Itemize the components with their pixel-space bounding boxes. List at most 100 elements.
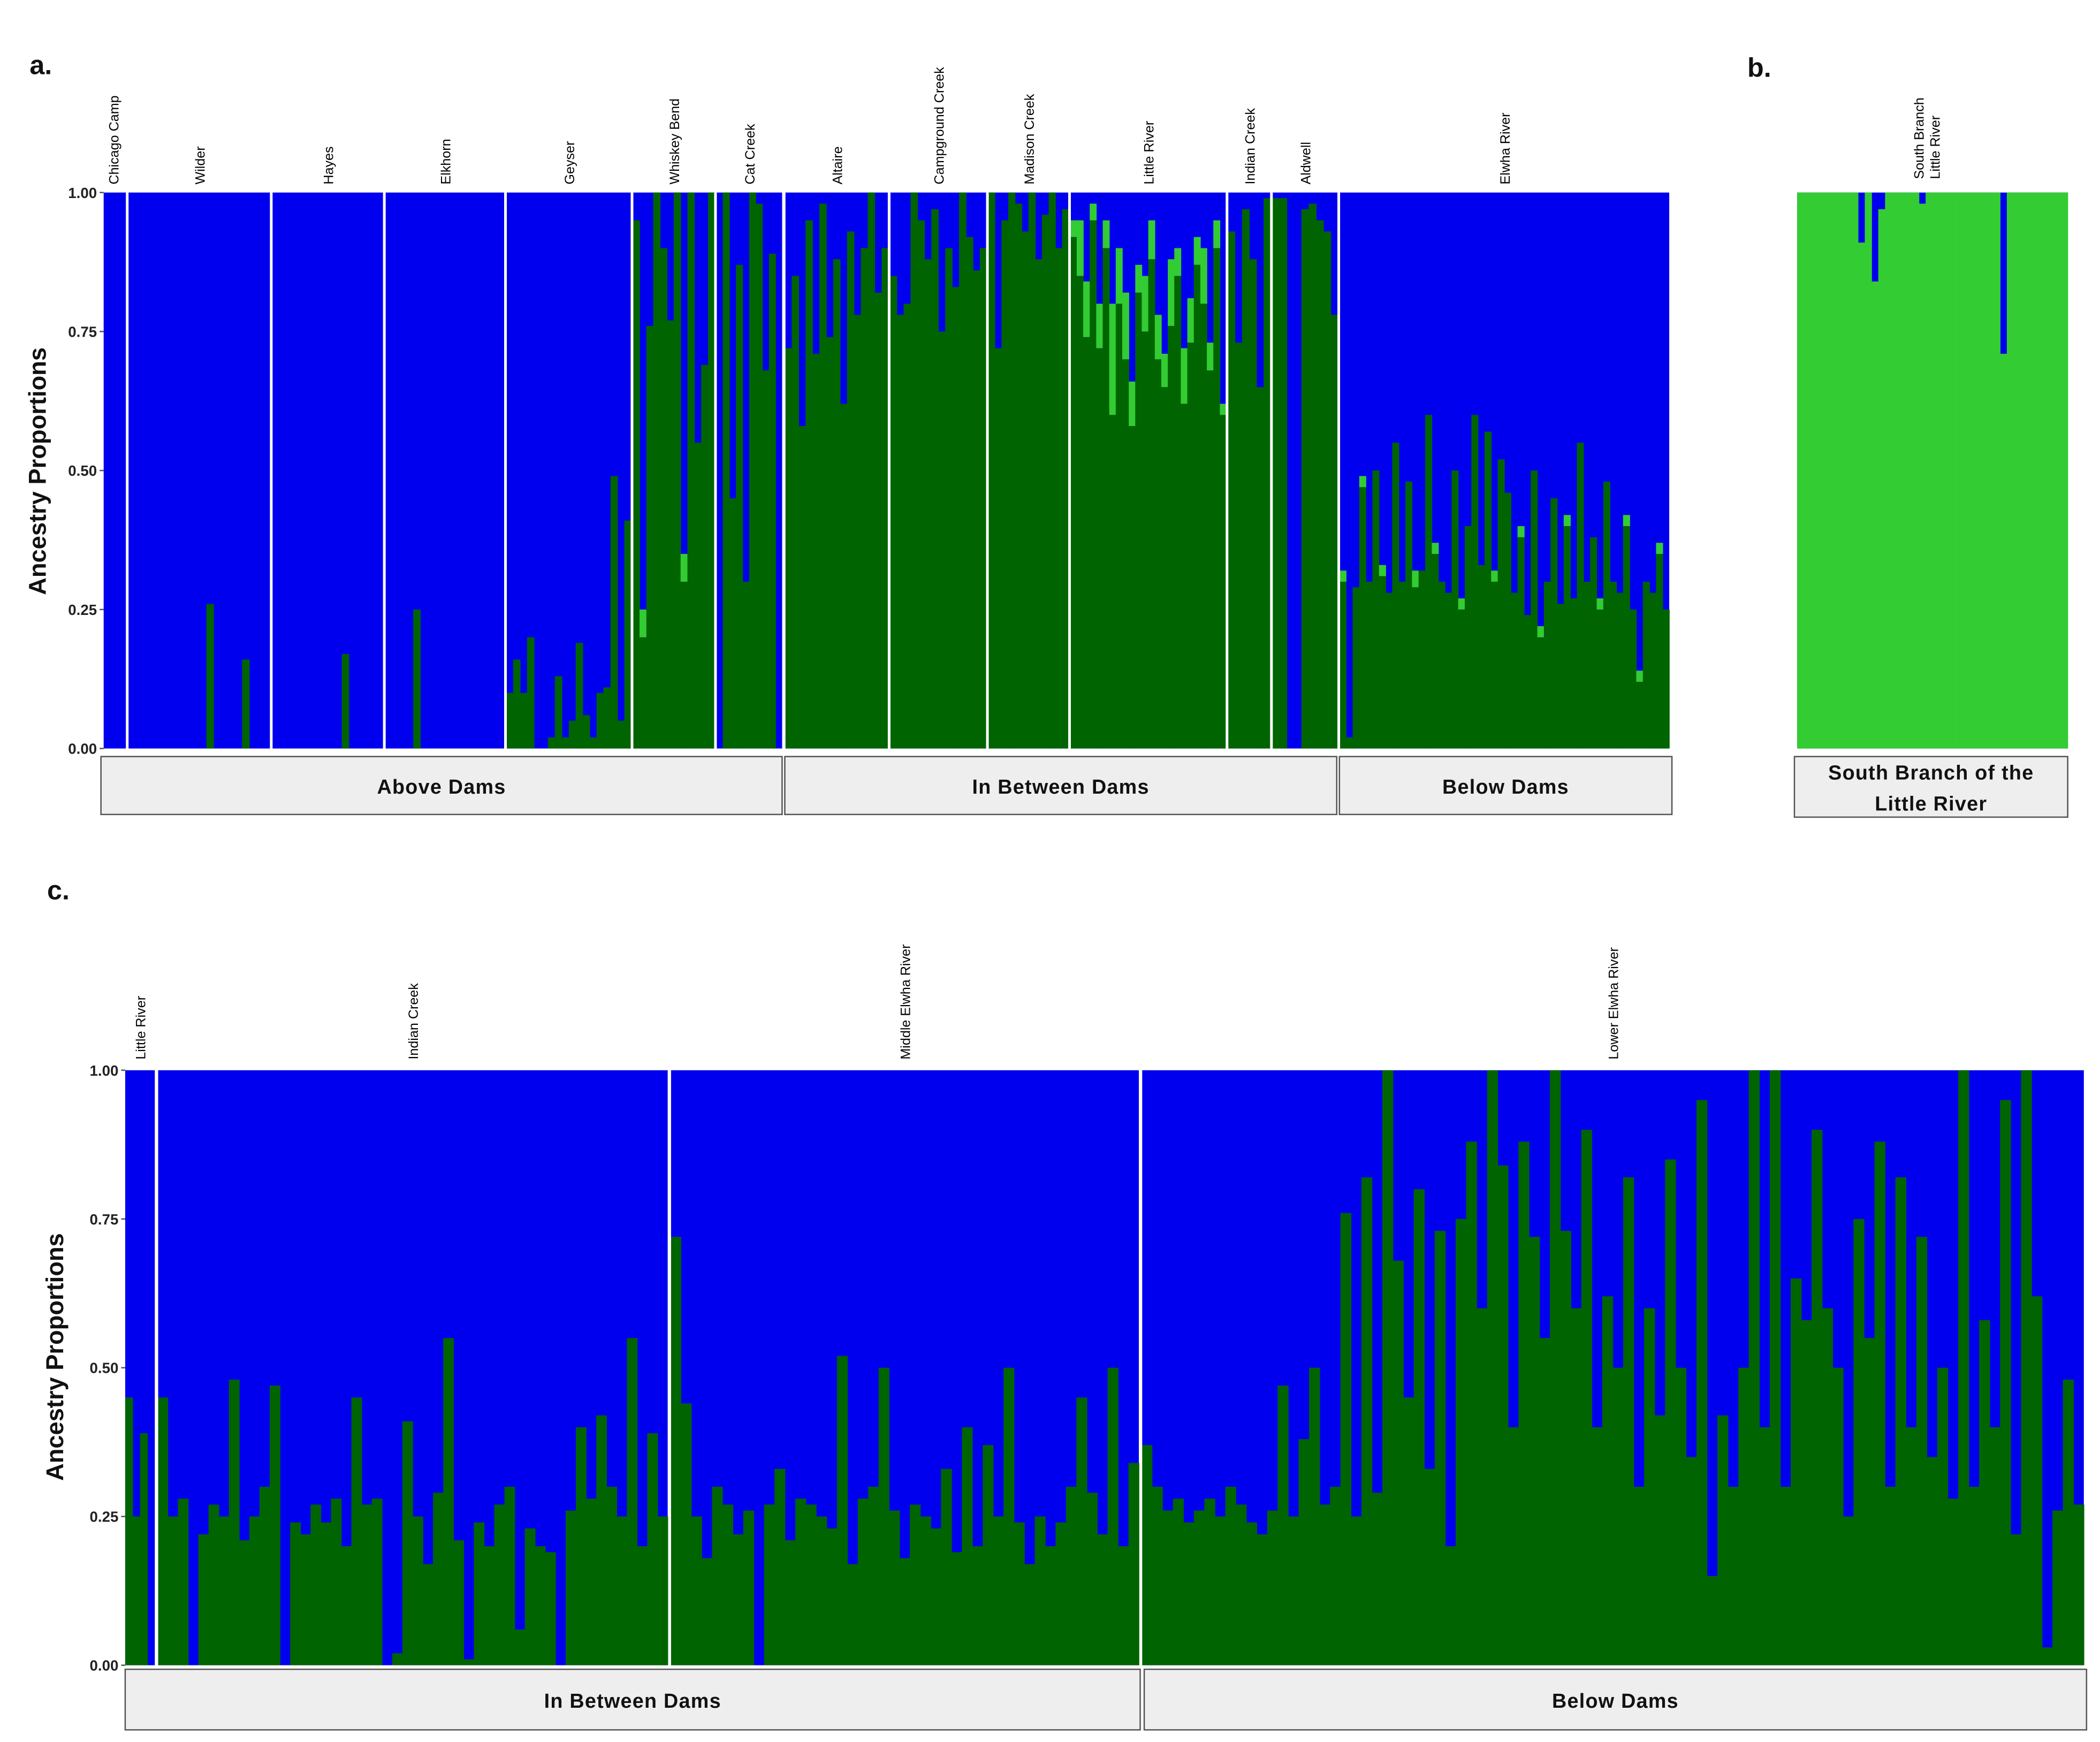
bar-dark-green bbox=[1630, 609, 1637, 749]
population-label: Middle Elwha River bbox=[898, 944, 913, 1059]
bar-dark-green bbox=[1518, 1142, 1530, 1665]
bar-dark-green bbox=[722, 1504, 734, 1665]
population-4 bbox=[504, 192, 632, 749]
bar-dark-green bbox=[606, 1487, 618, 1665]
bar-dark-green bbox=[157, 1397, 169, 1665]
bar-dark-green bbox=[1346, 737, 1353, 749]
group-label: Above Dams bbox=[377, 775, 506, 798]
bar-dark-green bbox=[972, 270, 980, 749]
bar-light-green bbox=[1168, 259, 1175, 326]
bar-light-green bbox=[1148, 220, 1155, 260]
bar-dark-green bbox=[610, 476, 618, 749]
bar-dark-green bbox=[1225, 1487, 1236, 1665]
bar-dark-green bbox=[1236, 1504, 1247, 1665]
bar-dark-green bbox=[1200, 303, 1207, 749]
bar-dark-green bbox=[637, 1546, 648, 1665]
population-13 bbox=[1337, 192, 1670, 749]
bar-dark-green bbox=[1398, 581, 1406, 749]
bar-dark-green bbox=[792, 276, 800, 749]
bar-dark-green bbox=[1001, 220, 1009, 749]
population-label: Elwha River bbox=[1498, 113, 1513, 185]
bar-dark-green bbox=[1090, 220, 1097, 749]
bar-dark-green bbox=[1014, 1522, 1025, 1665]
bar-dark-green bbox=[341, 653, 349, 749]
bar-dark-green bbox=[1267, 1510, 1279, 1665]
bar-dark-green bbox=[443, 1338, 454, 1665]
bar-dark-green bbox=[673, 192, 681, 749]
bar-dark-green bbox=[1339, 581, 1346, 749]
bar-dark-green bbox=[965, 237, 973, 749]
population-label: Chicago Camp bbox=[106, 95, 121, 184]
bar-dark-green bbox=[816, 1516, 827, 1665]
population-label: South Branch bbox=[1912, 97, 1927, 179]
bar-dark-green bbox=[826, 337, 834, 749]
bar-dark-green bbox=[733, 1534, 744, 1665]
bar-dark-green bbox=[371, 1498, 383, 1665]
bar-dark-green bbox=[861, 248, 869, 749]
bar-dark-green bbox=[1801, 1320, 1812, 1665]
bar-light-green bbox=[1596, 598, 1604, 610]
bar-light-green bbox=[2034, 192, 2041, 749]
bar-dark-green bbox=[1086, 1493, 1098, 1665]
bar-dark-green bbox=[1623, 526, 1630, 749]
bar-dark-green bbox=[1958, 1070, 1969, 1665]
bar-dark-green bbox=[680, 581, 688, 749]
bar-dark-green bbox=[1193, 264, 1201, 749]
bar-light-green bbox=[1379, 565, 1386, 576]
bar-dark-green bbox=[2052, 1510, 2064, 1665]
bar-dark-green bbox=[1550, 1070, 1561, 1665]
bar-dark-green bbox=[1560, 1230, 1571, 1665]
bar-light-green bbox=[2000, 354, 2007, 749]
bar-dark-green bbox=[1319, 1504, 1330, 1665]
population-10 bbox=[1068, 192, 1227, 749]
bar-dark-green bbox=[351, 1397, 362, 1665]
bar-light-green bbox=[1898, 192, 1906, 749]
bar-light-green bbox=[1844, 192, 1852, 749]
bar-light-green bbox=[1359, 476, 1366, 488]
bar-dark-green bbox=[1665, 1159, 1676, 1665]
population-label: Aldwell bbox=[1299, 142, 1314, 185]
bar-light-green bbox=[1491, 570, 1498, 582]
bar-dark-green bbox=[1508, 1427, 1519, 1665]
bar-dark-green bbox=[1478, 565, 1485, 749]
bar-dark-green bbox=[1590, 537, 1597, 749]
bar-dark-green bbox=[1466, 1142, 1477, 1665]
bar-dark-green bbox=[249, 1516, 260, 1665]
bar-dark-green bbox=[1257, 1534, 1268, 1665]
bar-dark-green bbox=[1228, 231, 1236, 749]
bar-dark-green bbox=[1445, 1546, 1456, 1665]
group-label-line2: Little River bbox=[1875, 792, 1987, 815]
population-label: Hayes bbox=[322, 146, 337, 184]
bar-dark-green bbox=[1874, 1142, 1885, 1665]
bar-dark-green bbox=[1780, 1487, 1791, 1665]
bar-dark-green bbox=[1041, 215, 1049, 749]
bar-dark-green bbox=[1989, 1427, 2001, 1665]
bar-dark-green bbox=[691, 1516, 702, 1665]
bar-light-green bbox=[1070, 220, 1077, 237]
panel-label-b: b. bbox=[1747, 52, 1771, 82]
bar-light-green bbox=[1109, 303, 1116, 415]
bar-dark-green bbox=[1393, 1260, 1404, 1665]
bar-dark-green bbox=[812, 354, 820, 749]
bar-dark-green bbox=[868, 1487, 879, 1665]
bar-dark-green bbox=[1424, 1469, 1435, 1665]
population-background bbox=[385, 192, 505, 749]
bar-light-green bbox=[1187, 298, 1194, 343]
bar-light-green bbox=[1973, 192, 1981, 749]
bar-dark-green bbox=[951, 1552, 963, 1665]
bar-light-green bbox=[1797, 192, 1805, 749]
bar-dark-green bbox=[660, 248, 667, 749]
bar-dark-green bbox=[1707, 1576, 1718, 1665]
bar-dark-green bbox=[1076, 1397, 1087, 1665]
population-label: Lower Elwha River bbox=[1606, 947, 1621, 1060]
bar-dark-green bbox=[1351, 1516, 1362, 1665]
population-label: Little River bbox=[134, 996, 149, 1060]
bar-dark-green bbox=[1451, 470, 1459, 749]
bar-dark-green bbox=[1183, 1522, 1194, 1665]
bar-dark-green bbox=[889, 276, 897, 749]
bar-light-green bbox=[1102, 220, 1110, 248]
bar-dark-green bbox=[1298, 1439, 1310, 1665]
bar-light-green bbox=[1919, 203, 1926, 749]
bar-dark-green bbox=[681, 1403, 692, 1665]
y-axis-label-c: Ancestry Proportions bbox=[41, 1233, 69, 1481]
